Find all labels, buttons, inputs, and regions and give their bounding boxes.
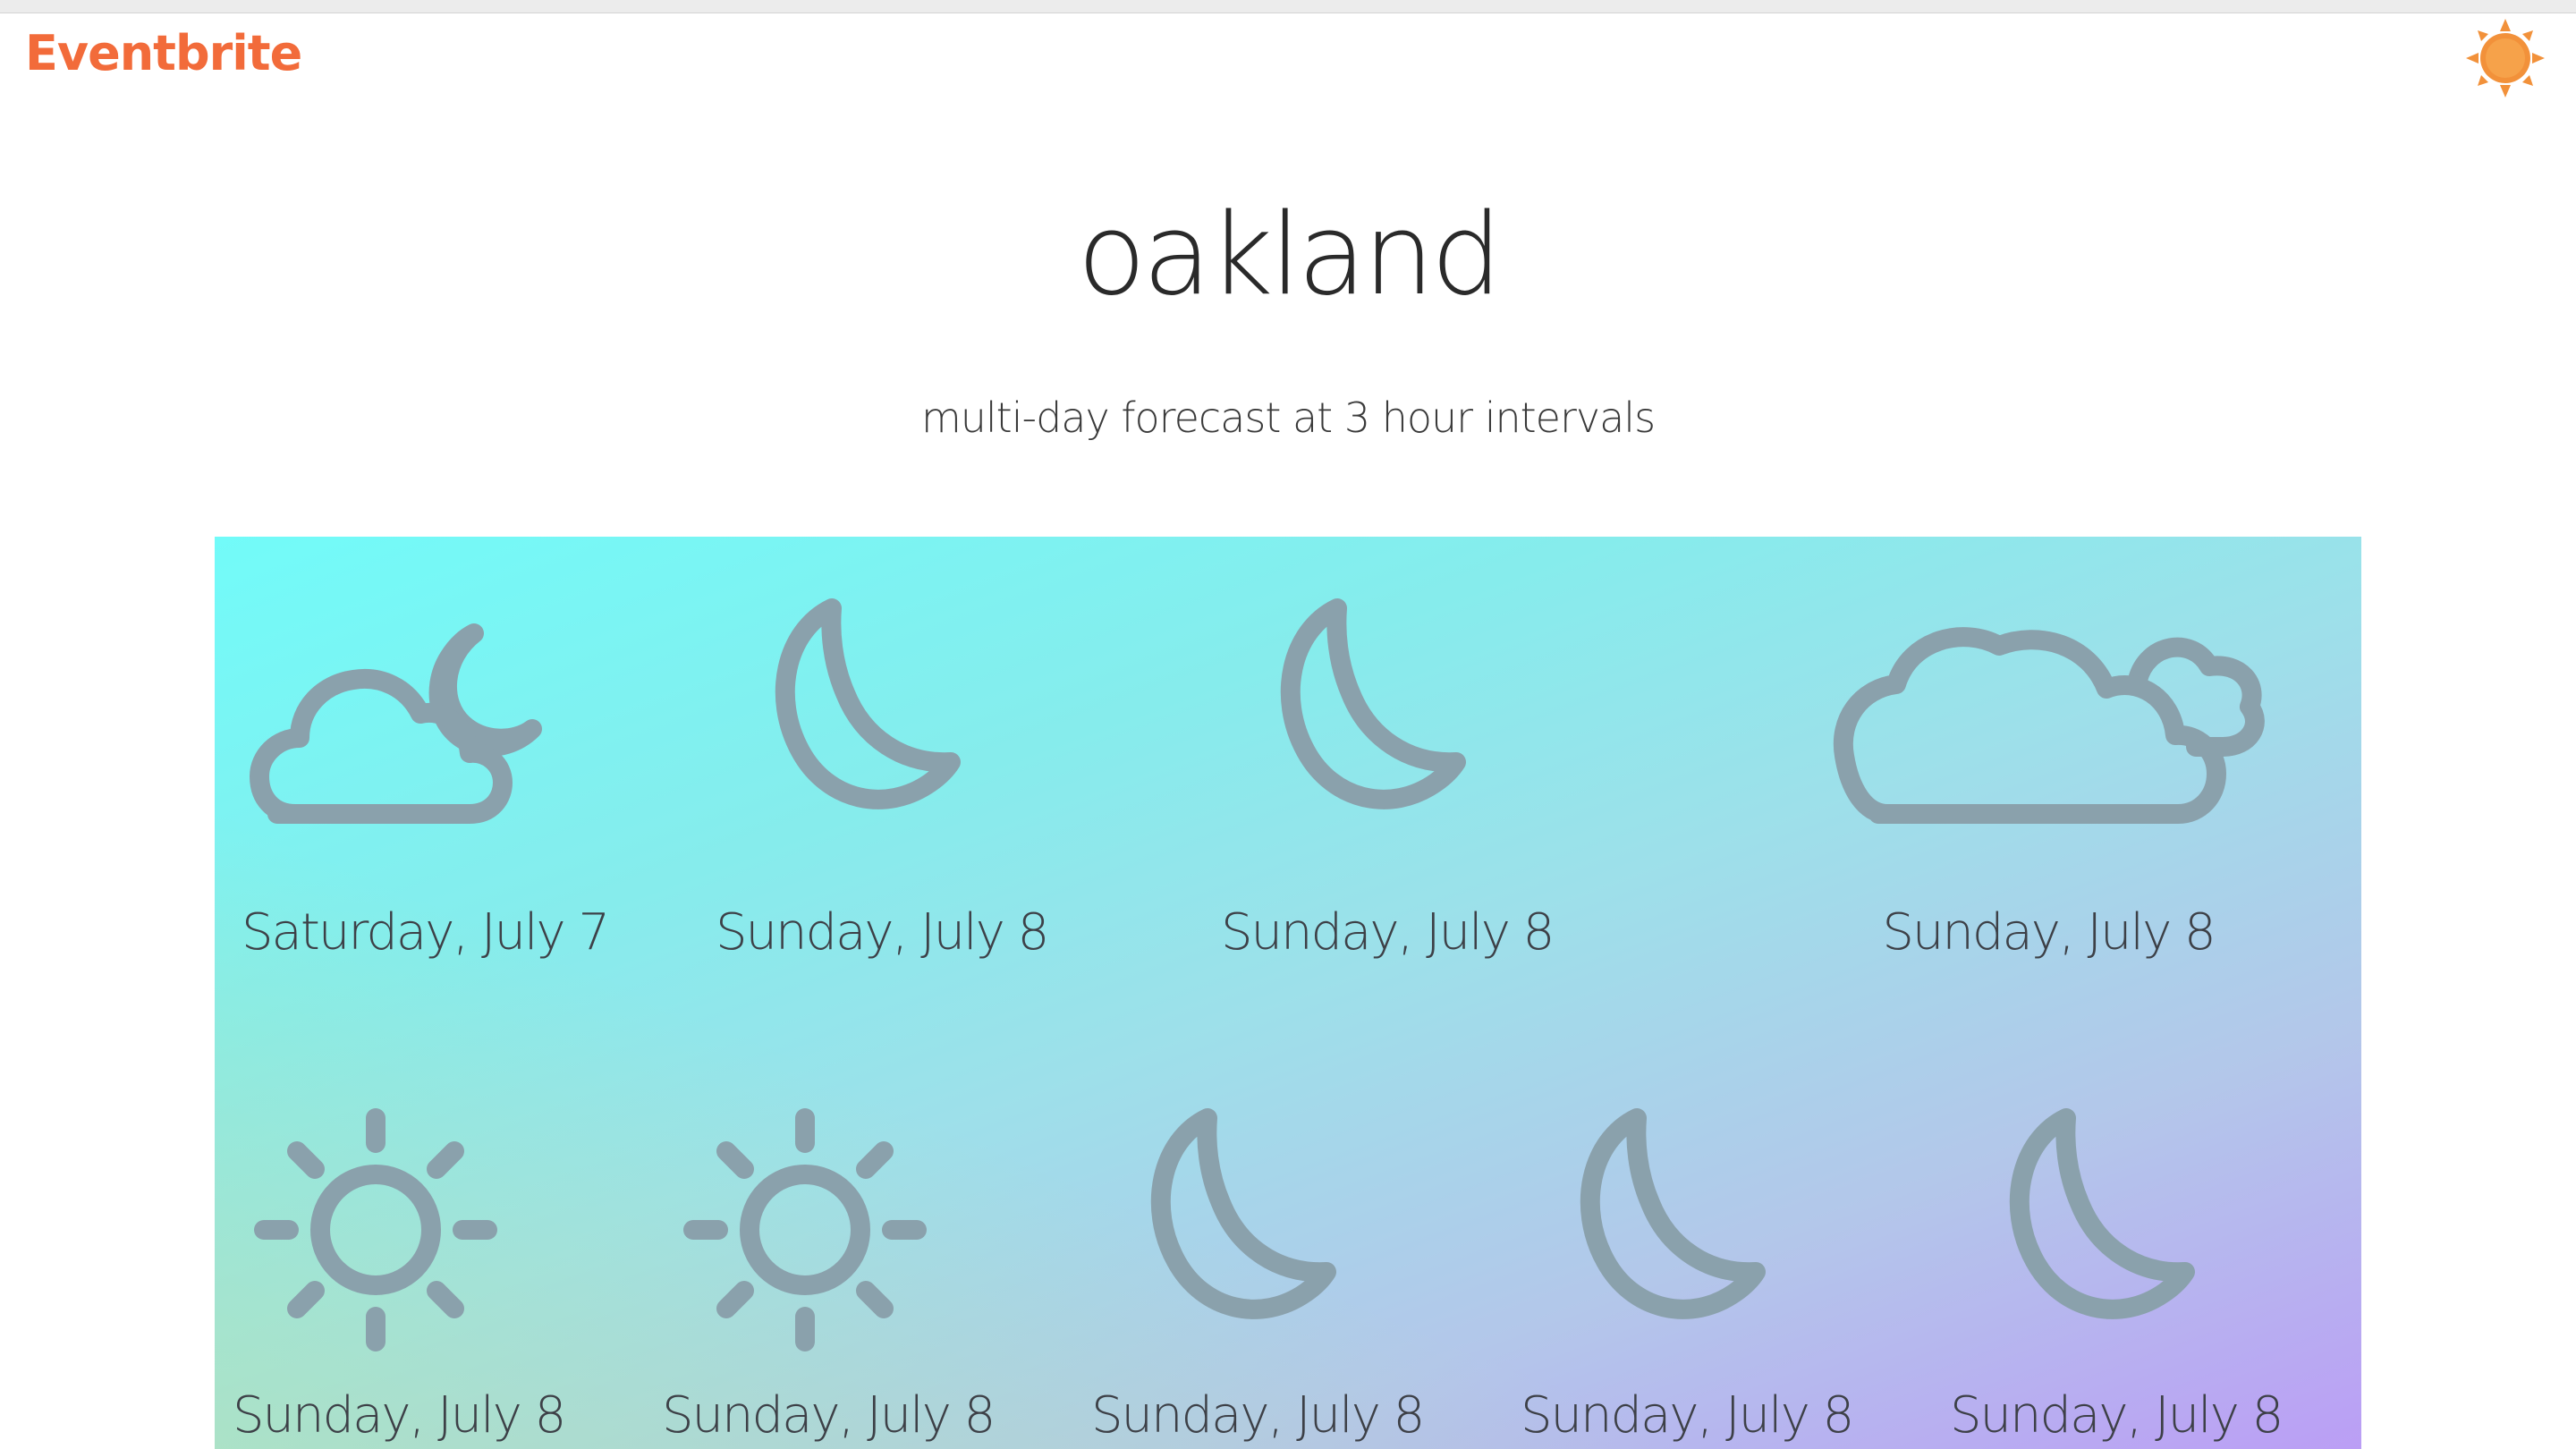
cloudy-icon [1833,627,2265,824]
forecast-tile[interactable]: Sunday, July 8 [1221,590,1555,984]
sun-icon [683,1108,927,1352]
tile-date-label: Sunday, July 8 [1221,903,1555,962]
forecast-tile[interactable]: Sunday, July 8 [1825,590,2272,984]
forecast-tile[interactable]: Sunday, July 8 [716,590,1049,984]
forecast-tile[interactable]: Sunday, July 8 [1521,1100,1854,1449]
moon-icon [775,598,961,809]
sun-badge-icon[interactable] [2465,18,2546,98]
tile-date-label: Sunday, July 8 [662,1386,996,1445]
forecast-tile[interactable]: Sunday, July 8 [1950,1100,2284,1449]
forecast-panel: Saturday, July 7 Sunday, July 8 Sunday, … [215,537,2361,1449]
moon-icon [1150,1108,1336,1319]
tile-date-label: Sunday, July 8 [716,903,1049,962]
tile-date-label: Saturday, July 7 [242,903,610,962]
forecast-tile[interactable]: Sunday, July 8 [662,1100,996,1449]
moon-icon [1280,598,1466,809]
forecast-tile[interactable]: Sunday, July 8 [233,1100,566,1449]
city-title: oakland [1077,189,1502,320]
moon-icon [1580,1108,1766,1319]
eventbrite-logo[interactable]: Eventbrite [25,25,302,81]
tile-date-label: Sunday, July 8 [1950,1386,2284,1445]
tile-date-label: Sunday, July 8 [1882,903,2216,962]
tile-date-label: Sunday, July 8 [1521,1386,1854,1445]
browser-chrome-strip [0,0,2576,13]
sun-icon [254,1108,497,1352]
forecast-subtitle: multi-day forecast at 3 hour intervals [920,394,1656,442]
tile-date-label: Sunday, July 8 [1091,1386,1425,1445]
moon-icon [2009,1108,2195,1319]
tile-date-label: Sunday, July 8 [233,1386,566,1445]
forecast-tile[interactable]: Sunday, July 8 [1091,1100,1425,1449]
partly-cloudy-night-icon [250,623,542,824]
forecast-tile[interactable]: Saturday, July 7 [242,590,610,984]
